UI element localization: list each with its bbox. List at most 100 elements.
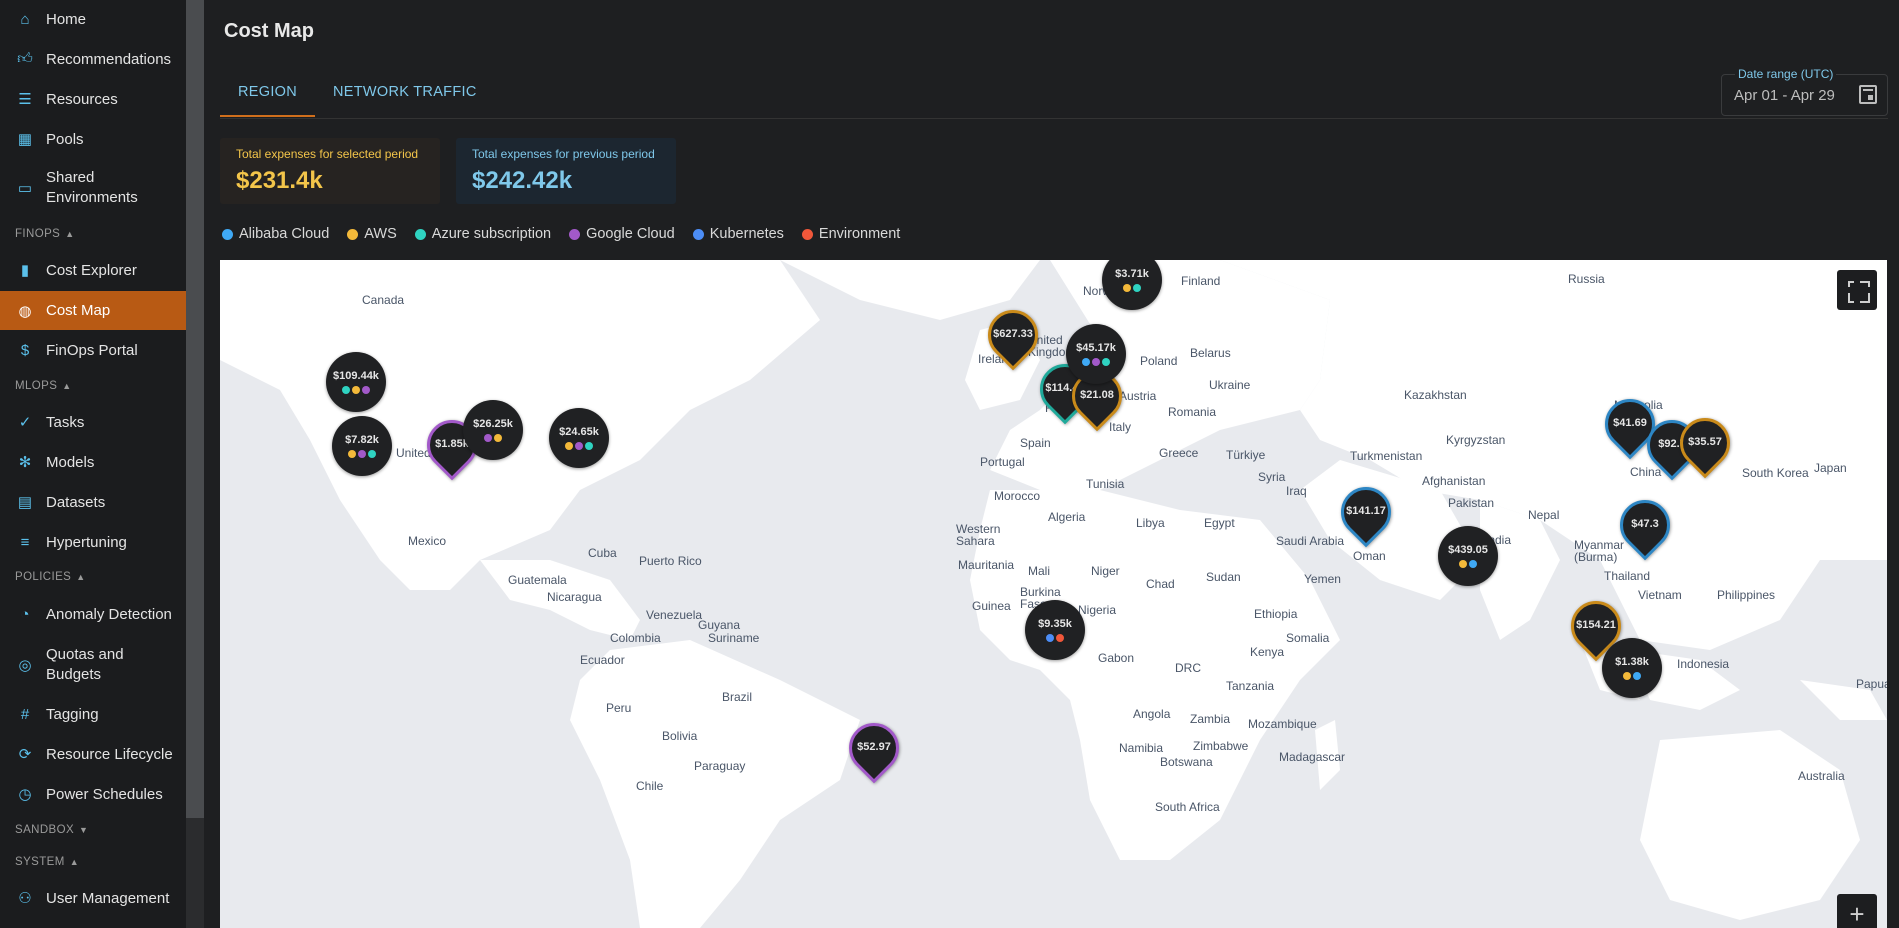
sidebar-item-cost-map[interactable]: ◍ Cost Map — [0, 291, 186, 330]
cluster-value: $3.71k — [1115, 268, 1149, 280]
map-label: Papua — [1856, 677, 1887, 691]
list-icon: ☰ — [18, 91, 32, 108]
map-label: Paraguay — [694, 759, 746, 773]
tab-network-traffic[interactable]: NETWORK TRAFFIC — [315, 70, 495, 117]
sidebar-item-label: Resources — [46, 90, 118, 108]
cluster-value: $45.17k — [1076, 342, 1116, 354]
cost-cluster-marker[interactable]: $7.82k — [332, 416, 392, 476]
provider-dots — [342, 386, 370, 394]
calendar-icon[interactable] — [1859, 85, 1877, 104]
scrollbar-thumb[interactable] — [186, 0, 204, 818]
sidebar-item-models[interactable]: ✻ Models — [0, 447, 186, 477]
map-label: Morocco — [994, 489, 1041, 503]
map-label: Chile — [636, 779, 664, 793]
cost-pin-value: $35.57 — [1688, 436, 1722, 448]
cluster-value: $24.65k — [559, 426, 599, 438]
cost-pin-value: $52.97 — [857, 741, 891, 753]
map-label: Sudan — [1206, 570, 1241, 584]
fullscreen-button[interactable] — [1837, 270, 1877, 310]
legend-label: Google Cloud — [586, 226, 675, 242]
map-label: Thailand — [1604, 569, 1651, 583]
provider-dots — [348, 450, 376, 458]
cost-cluster-marker[interactable]: $24.65k — [549, 408, 609, 468]
section-policies[interactable]: POLICIES ▲ — [15, 571, 86, 583]
map-label: Mauritania — [958, 558, 1015, 572]
map-label: Nepal — [1528, 508, 1560, 522]
cost-cluster-marker[interactable]: $109.44k — [326, 352, 386, 412]
sidebar-item-resource-lifecycle[interactable]: ⟳ Resource Lifecycle — [0, 739, 186, 769]
tabs: REGION NETWORK TRAFFIC — [220, 70, 495, 117]
section-sandbox[interactable]: SANDBOX ▼ — [15, 824, 88, 836]
map-label: Bolivia — [662, 729, 698, 743]
map-label: Zambia — [1190, 712, 1231, 726]
sidebar-item-label: Resource Lifecycle — [46, 745, 173, 763]
sidebar-item-label: Power Schedules — [46, 785, 163, 803]
cluster-value: $109.44k — [333, 370, 379, 382]
gauge-icon: ◔ — [20, 605, 30, 623]
map-label: Madagascar — [1279, 750, 1346, 764]
sidebar-item-anomaly-detection[interactable]: ◔ Anomaly Detection — [0, 599, 186, 629]
previous-period-label: Total expenses for previous period — [472, 147, 655, 161]
provider-dots — [1046, 634, 1064, 642]
section-label: FINOPS — [15, 228, 61, 240]
world-map[interactable]: Canada United States Mexico Cuba Puerto … — [220, 260, 1887, 928]
map-label: Western Sahara — [956, 522, 1001, 548]
sidebar-scrollbar[interactable] — [186, 0, 204, 928]
sidebar-item-finops-portal[interactable]: $ FinOps Portal — [0, 335, 186, 365]
sidebar-item-label: Datasets — [46, 493, 106, 511]
sidebar-item-home[interactable]: ⌂ Home — [0, 4, 186, 34]
cost-cluster-marker[interactable]: $45.17k — [1066, 324, 1126, 384]
cluster-value: $439.05 — [1448, 544, 1488, 556]
sidebar-item-datasets[interactable]: ▤ Datasets — [0, 487, 186, 517]
users-icon: ⚇ — [18, 890, 32, 907]
cost-cluster-marker[interactable]: $26.25k — [463, 400, 523, 460]
cost-cluster-marker[interactable]: $1.38k — [1602, 638, 1662, 698]
tab-region[interactable]: REGION — [220, 70, 315, 117]
map-label: Tanzania — [1226, 679, 1275, 693]
sidebar-item-tasks[interactable]: ✓ Tasks — [0, 407, 186, 437]
provider-dots — [565, 442, 593, 450]
cost-cluster-marker[interactable]: $9.35k — [1025, 600, 1085, 660]
sidebar-item-quotas-and-budgets[interactable]: ◎ Quotas and Budgets — [0, 643, 186, 687]
globe-icon: ◍ — [18, 302, 32, 320]
date-range-value[interactable]: Apr 01 - Apr 29 — [1734, 87, 1835, 104]
section-finops[interactable]: FINOPS ▲ — [15, 228, 75, 240]
zoom-in-button[interactable]: + — [1837, 894, 1877, 928]
map-label: Guinea — [972, 599, 1011, 613]
legend-label: Alibaba Cloud — [239, 226, 330, 242]
cluster-value: $7.82k — [345, 434, 379, 446]
sidebar-item-shared-environments[interactable]: ▭ Shared Environments — [0, 166, 186, 210]
coins-icon: ◎ — [18, 657, 32, 674]
sidebar-item-recommendations[interactable]: 👍︎ Recommendations — [0, 44, 186, 74]
map-label: Guatemala — [508, 573, 567, 587]
map-label: Iraq — [1286, 484, 1307, 498]
cost-cluster-marker[interactable]: $439.05 — [1438, 526, 1498, 586]
lifecycle-icon: ⟳ — [18, 746, 32, 763]
section-mlops[interactable]: MLOPS ▲ — [15, 380, 72, 392]
sidebar-item-pools[interactable]: ▦ Pools — [0, 124, 186, 154]
sidebar-item-label: Home — [46, 10, 87, 28]
page-title: Cost Map — [224, 20, 314, 42]
map-label: Libya — [1136, 516, 1165, 530]
sidebar-item-label: Recommendations — [46, 50, 172, 68]
map-label: Somalia — [1286, 631, 1330, 645]
hash-icon: # — [20, 705, 30, 723]
sidebar-item-power-schedules[interactable]: ◷ Power Schedules — [0, 779, 186, 809]
home-icon: ⌂ — [20, 10, 30, 28]
legend-dot — [222, 228, 233, 240]
map-label: Philippines — [1717, 588, 1776, 602]
map-label: Ethiopia — [1254, 607, 1298, 621]
sidebar-item-hypertuning[interactable]: ≡ Hypertuning — [0, 527, 186, 557]
map-label: Spain — [1020, 436, 1051, 450]
map-label: Belarus — [1190, 346, 1231, 360]
cost-pin-value: $627.33 — [993, 328, 1033, 340]
sidebar-item-cost-explorer[interactable]: ▮ Cost Explorer — [0, 255, 186, 285]
cost-pin-value: $154.21 — [1576, 619, 1616, 631]
map-label: Zimbabwe — [1193, 739, 1249, 753]
sidebar-item-tagging[interactable]: # Tagging — [0, 699, 186, 729]
current-period-value: $231.4k — [236, 167, 323, 194]
legend-item-aws: AWS — [347, 226, 397, 242]
sidebar-item-resources[interactable]: ☰ Resources — [0, 84, 186, 114]
sidebar-item-user-management[interactable]: ⚇ User Management — [0, 883, 186, 913]
section-system[interactable]: SYSTEM ▲ — [15, 856, 79, 868]
